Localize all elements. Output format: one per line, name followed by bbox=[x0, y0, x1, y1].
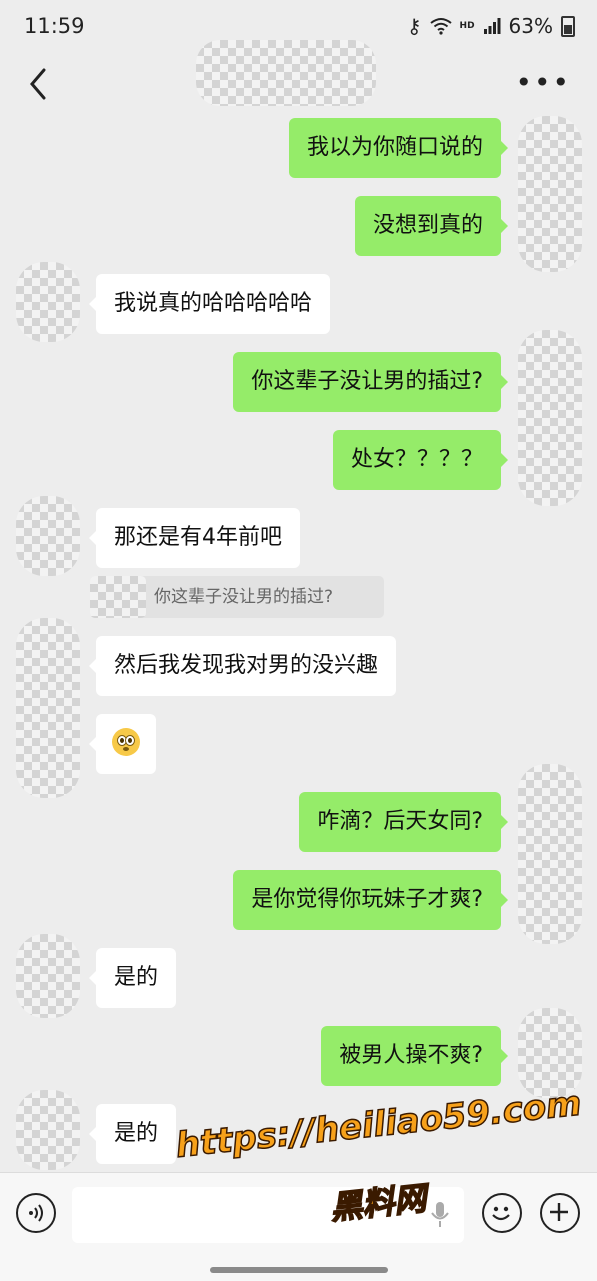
message-outgoing[interactable]: 没想到真的 bbox=[354, 196, 509, 256]
plus-icon[interactable] bbox=[540, 1193, 580, 1233]
avatar-contact[interactable] bbox=[16, 262, 80, 342]
battery-percent: 63% bbox=[508, 14, 553, 38]
avatar-self[interactable] bbox=[518, 764, 582, 944]
microphone-icon[interactable] bbox=[430, 1200, 450, 1230]
wifi-icon bbox=[429, 18, 452, 35]
network-type: HD bbox=[459, 21, 475, 31]
quoted-reply[interactable]: 你这辈子没让男的插过? bbox=[90, 576, 384, 618]
quote-text: 你这辈子没让男的插过? bbox=[154, 587, 334, 607]
battery-icon bbox=[561, 15, 575, 37]
smile-icon[interactable] bbox=[482, 1193, 522, 1233]
message-outgoing[interactable]: 你这辈子没让男的插过? bbox=[233, 352, 508, 412]
message-incoming[interactable]: 然后我发现我对男的没兴趣 bbox=[88, 636, 397, 696]
avatar-self[interactable] bbox=[518, 330, 582, 506]
chat-title-redacted bbox=[196, 40, 376, 106]
message-outgoing[interactable]: 被男人操不爽? bbox=[321, 1026, 508, 1086]
status-icons: ⚷ HD 63% bbox=[407, 14, 575, 38]
message-emoji[interactable] bbox=[89, 714, 156, 774]
watermark-url: https://heiliao59.com bbox=[173, 1083, 584, 1167]
avatar-contact[interactable] bbox=[16, 618, 80, 798]
status-time: 11:59 bbox=[24, 14, 85, 38]
message-outgoing[interactable]: 我以为你随口说的 bbox=[288, 118, 509, 178]
message-incoming[interactable]: 是的 bbox=[88, 1104, 177, 1164]
home-indicator[interactable] bbox=[210, 1267, 388, 1273]
quote-avatar-redacted bbox=[90, 576, 146, 618]
message-outgoing[interactable]: 是你觉得你玩妹子才爽? bbox=[233, 870, 508, 930]
avatar-contact[interactable] bbox=[16, 1090, 80, 1170]
message-incoming[interactable]: 我说真的哈哈哈哈哈 bbox=[88, 274, 331, 334]
avatar-contact[interactable] bbox=[16, 934, 80, 1018]
message-outgoing[interactable]: 咋滴？后天女同? bbox=[299, 792, 508, 852]
key-icon: ⚷ bbox=[406, 14, 422, 38]
input-bar bbox=[0, 1172, 597, 1281]
message-incoming[interactable]: 那还是有4年前吧 bbox=[89, 508, 300, 568]
voice-icon[interactable] bbox=[16, 1193, 56, 1233]
more-horizontal-icon[interactable]: ••• bbox=[515, 69, 571, 97]
message-outgoing[interactable]: 处女？？？？ bbox=[332, 430, 509, 490]
chat-header: ••• bbox=[0, 40, 597, 112]
avatar-contact[interactable] bbox=[16, 496, 80, 576]
flushed-face-icon bbox=[112, 728, 140, 756]
avatar-self[interactable] bbox=[518, 116, 582, 272]
message-incoming[interactable]: 是的 bbox=[88, 948, 177, 1008]
chevron-left-icon[interactable] bbox=[24, 64, 50, 104]
signal-icon bbox=[483, 18, 501, 34]
